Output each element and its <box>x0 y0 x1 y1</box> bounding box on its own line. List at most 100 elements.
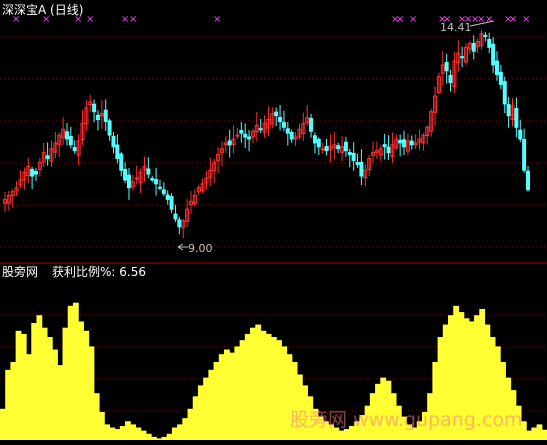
profit-bar <box>135 427 142 440</box>
high-price-label: 14.41 <box>440 21 472 34</box>
candle-body <box>239 129 244 134</box>
candle-body <box>278 116 283 122</box>
profit-bar <box>93 393 100 440</box>
candle-body <box>312 135 317 144</box>
candle-body <box>347 151 352 156</box>
profit-bar <box>36 315 43 440</box>
profit-bar <box>218 354 225 440</box>
candle-body <box>33 170 38 175</box>
profit-bar <box>130 424 137 440</box>
profit-bar <box>244 333 251 440</box>
profit-bar <box>182 418 189 440</box>
profit-bar <box>250 327 256 440</box>
candle-body <box>506 104 511 117</box>
candle-body <box>92 103 97 113</box>
profit-bar <box>72 302 79 440</box>
profit-bar <box>197 385 204 440</box>
candle-body <box>355 162 360 165</box>
candle-body <box>460 56 465 59</box>
profit-bar <box>239 340 246 440</box>
profit-bar <box>151 436 157 440</box>
profit-bar <box>140 430 147 440</box>
candle-body <box>107 120 112 136</box>
indicator-label: 获利比例%: 6.56 <box>52 265 146 279</box>
chart-canvas: × × × × × × × × × × × × × × × × × × × × 深深宝A (日线) 14.41 9.0… <box>0 0 547 445</box>
candle-body <box>146 168 151 175</box>
profit-bar <box>31 323 38 440</box>
candle-body <box>165 194 170 200</box>
candle-body <box>483 34 488 37</box>
candle-body <box>502 81 507 105</box>
profit-bar <box>10 362 17 440</box>
profit-bar <box>15 330 22 440</box>
candle-body <box>495 60 500 76</box>
profit-bar <box>98 411 105 440</box>
candle-body <box>316 138 321 148</box>
candle-body <box>126 174 131 189</box>
candle-body <box>336 145 341 150</box>
profit-bar <box>531 427 538 440</box>
profit-bar <box>62 327 69 440</box>
signal-marker: × <box>213 14 221 25</box>
candle-body <box>491 43 496 66</box>
profit-bar <box>276 340 282 440</box>
profit-bar <box>541 429 547 440</box>
profit-bar <box>526 430 532 440</box>
candle-body <box>409 140 414 146</box>
candle-body <box>161 189 166 195</box>
profit-bar <box>114 429 121 440</box>
candle-body <box>235 134 240 137</box>
profit-bar <box>234 346 241 440</box>
profit-bar <box>281 346 288 440</box>
profit-bar <box>187 408 194 440</box>
profit-bar <box>125 421 131 440</box>
candle-body <box>309 117 314 132</box>
candle-body <box>72 147 77 152</box>
profit-bar <box>57 365 64 440</box>
profit-bar <box>119 425 126 440</box>
candle-body <box>487 39 492 48</box>
candle-body <box>343 141 348 152</box>
profit-bar <box>224 349 230 440</box>
candle-body <box>123 168 128 181</box>
profit-bar <box>265 333 272 440</box>
candle-body <box>111 135 116 148</box>
candle-body <box>324 145 329 152</box>
profit-bar <box>255 324 262 440</box>
candle-body <box>514 108 519 128</box>
profit-bar <box>338 430 345 440</box>
candle-body <box>498 71 503 85</box>
profit-bar <box>171 427 178 440</box>
candle-body <box>526 170 530 191</box>
candle-body <box>169 196 174 210</box>
signal-marker: × <box>396 14 404 25</box>
profit-bar <box>161 436 168 440</box>
profit-bar <box>213 362 220 440</box>
signal-marker: × <box>485 14 493 25</box>
profit-bar <box>145 433 152 440</box>
candle-body <box>320 148 325 151</box>
candle-body <box>243 133 248 138</box>
candle-body <box>173 213 178 220</box>
profit-bar <box>104 424 110 440</box>
candle-body <box>258 128 263 131</box>
site-label: 股旁网 <box>2 264 38 279</box>
candle-body <box>154 179 159 185</box>
candle-body <box>281 121 286 128</box>
profit-bar <box>26 354 32 440</box>
main-panel-title: 深深宝A (日线) <box>2 3 83 17</box>
candle-body <box>68 135 73 146</box>
profit-bar <box>203 377 209 440</box>
candle-body <box>115 144 120 159</box>
candle-body <box>448 74 453 83</box>
profit-bar <box>208 369 215 440</box>
candle-body <box>274 111 279 117</box>
candle-body <box>522 138 527 171</box>
candle-body <box>518 129 523 140</box>
candle-body <box>285 128 290 134</box>
profit-bar <box>109 427 116 440</box>
profit-bar <box>78 321 84 440</box>
candle-body <box>45 155 50 160</box>
signal-marker: × <box>86 14 94 25</box>
candle-body <box>64 131 69 140</box>
